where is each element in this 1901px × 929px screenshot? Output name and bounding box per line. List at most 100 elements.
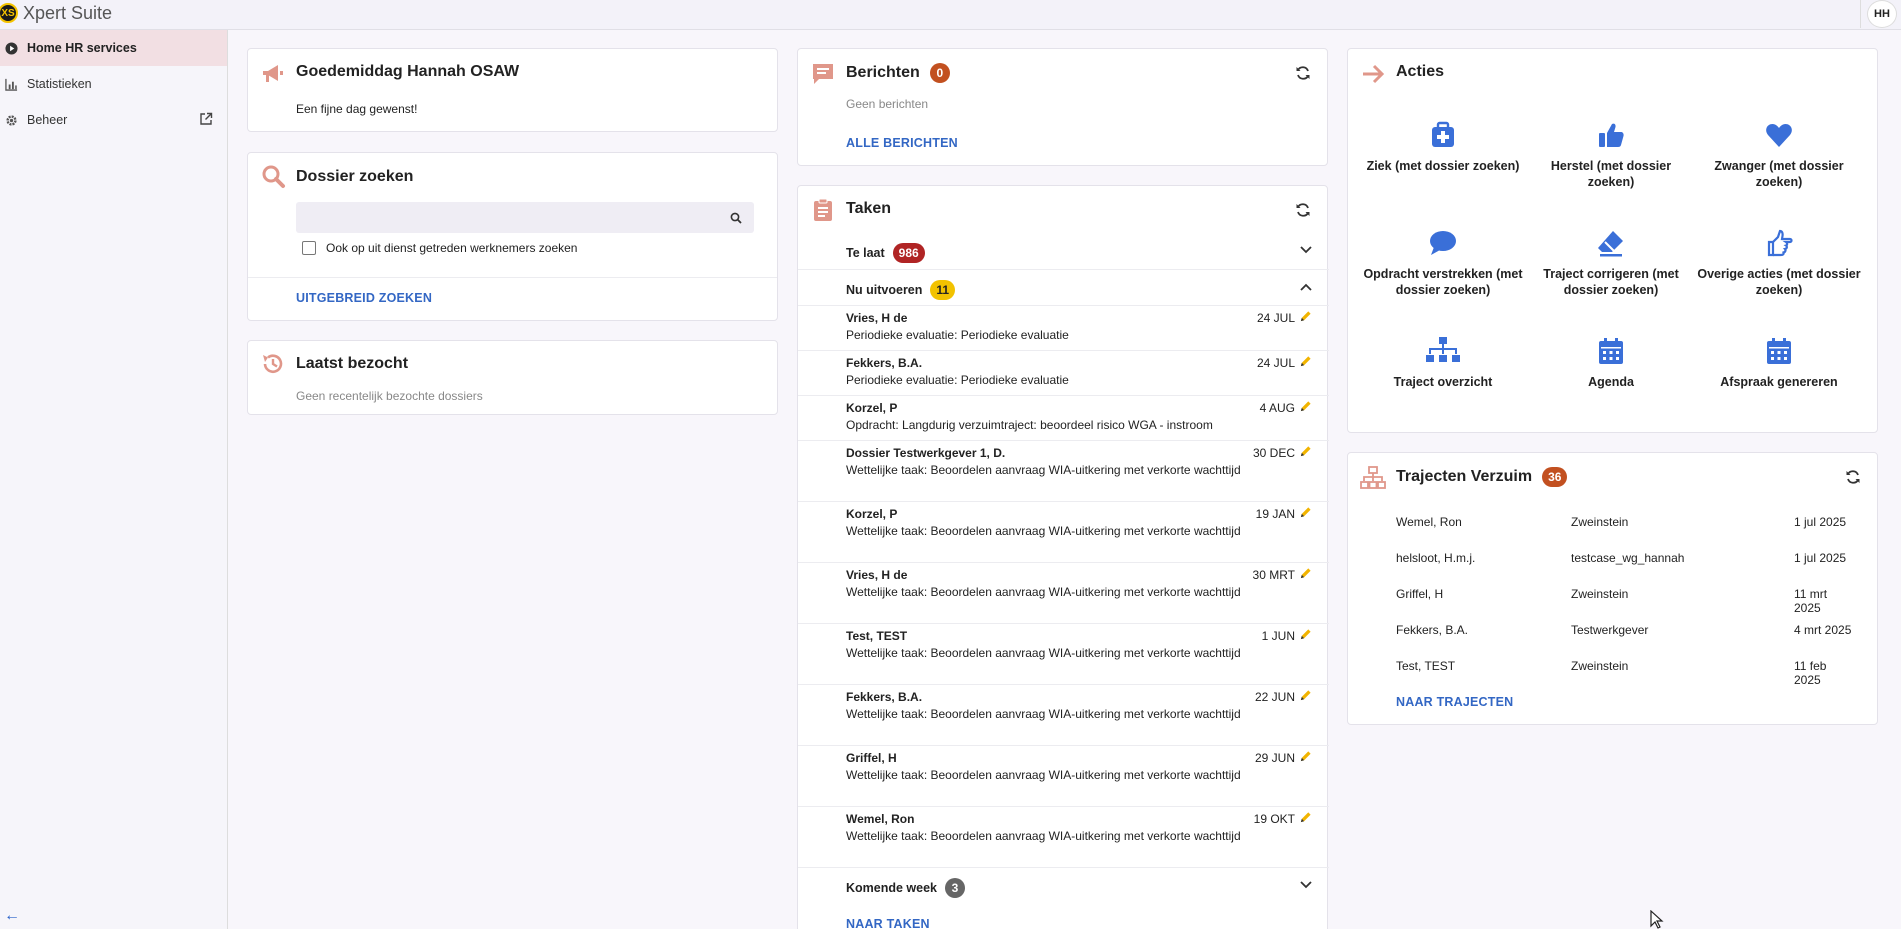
all-messages-link[interactable]: ALLE BERICHTEN	[846, 136, 958, 150]
task-person: Fekkers, B.A.	[846, 690, 923, 704]
to-tasks-link[interactable]: NAAR TAKEN	[846, 917, 930, 929]
to-trajects-link[interactable]: NAAR TRAJECTEN	[1396, 695, 1513, 709]
sidebar-item-home[interactable]: Home HR services	[0, 30, 227, 66]
action-label: Traject overzicht	[1393, 375, 1493, 389]
chevron-up-icon[interactable]	[1299, 282, 1313, 292]
traject-row[interactable]: Test, TEST Zweinstein 11 feb 2025	[1396, 659, 1856, 687]
pencil-icon[interactable]	[1299, 400, 1312, 413]
tasks-next-week-label: Komende week 3	[846, 878, 966, 898]
checkbox[interactable]	[302, 241, 316, 255]
actions-title: Acties	[1396, 63, 1445, 80]
action-assign[interactable]: Opdracht verstrekken (met dossier zoeken…	[1359, 228, 1527, 298]
traject-date: 1 jul 2025	[1794, 551, 1847, 565]
task-person: Vries, H de	[846, 311, 908, 325]
pencil-icon[interactable]	[1299, 628, 1312, 641]
task-description: Wettelijke taak: Beoordelen aanvraag WIA…	[846, 463, 1241, 477]
pencil-icon[interactable]	[1299, 811, 1312, 824]
traject-row[interactable]: helsloot, H.m.j. testcase_wg_hannah 1 jul …	[1396, 551, 1856, 569]
user-avatar[interactable]: HH	[1867, 0, 1897, 28]
tasks-late-section[interactable]: Te laat 986	[798, 233, 1329, 269]
traject-row[interactable]: Fekkers, B.A. Testwerkgever 4 mrt 2025	[1396, 623, 1856, 641]
task-row[interactable]: Korzel, P Opdracht: Langdurig verzuimtraj…	[798, 395, 1329, 440]
task-person: Korzel, P	[846, 507, 898, 521]
pencil-icon[interactable]	[1299, 506, 1312, 519]
greeting-card: Goedemiddag Hannah OSAW Een fijne dag ge…	[247, 48, 778, 132]
action-correct-traject[interactable]: Traject corrigeren (met dossier zoeken)	[1527, 228, 1695, 298]
pencil-icon[interactable]	[1299, 445, 1312, 458]
inactive-employees-checkbox-row[interactable]: Ook op uit dienst getreden werknemers zo…	[302, 241, 577, 255]
task-row[interactable]: Fekkers, B.A. Periodieke evaluatie: Perio…	[798, 350, 1329, 395]
action-label: Afspraak genereren	[1720, 375, 1838, 389]
app-logo[interactable]: XS Xpert Suite	[0, 1, 112, 25]
task-date: 1 JUN	[1261, 629, 1295, 643]
task-description: Wettelijke taak: Beoordelen aanvraag WIA…	[846, 646, 1241, 660]
action-generate-appointment[interactable]: Afspraak genereren	[1695, 336, 1863, 390]
chart-icon	[4, 77, 18, 91]
search-icon[interactable]	[730, 212, 742, 224]
task-row[interactable]: Korzel, P Wettelijke taak: Beoordelen aan…	[798, 501, 1329, 562]
action-agenda[interactable]: Agenda	[1527, 336, 1695, 390]
task-date: 24 JUL	[1256, 356, 1295, 370]
collapse-sidebar-icon[interactable]: ←	[4, 907, 20, 925]
task-person: Griffel, H	[846, 751, 897, 765]
logo-badge: XS	[0, 3, 18, 23]
pencil-icon[interactable]	[1299, 567, 1312, 580]
mouse-cursor-icon	[1650, 910, 1664, 929]
greeting-text: Een fijne dag gewenst!	[296, 102, 418, 116]
action-pregnant[interactable]: Zwanger (met dossier zoeken)	[1695, 120, 1863, 190]
action-other[interactable]: Overige acties (met dossier zoeken)	[1695, 228, 1863, 298]
task-row[interactable]: Griffel, H Wettelijke taak: Beoordelen aa…	[798, 745, 1329, 806]
chevron-down-icon[interactable]	[1299, 880, 1313, 890]
pencil-icon[interactable]	[1299, 750, 1312, 763]
play-circle-icon	[4, 41, 18, 55]
sidebar-item-statistieken[interactable]: Statistieken	[0, 66, 227, 102]
action-label: Overige acties (met dossier zoeken)	[1697, 267, 1861, 297]
traject-row[interactable]: Wemel, Ron Zweinstein 1 jul 2025	[1396, 515, 1856, 533]
search-field[interactable]	[296, 202, 716, 233]
refhresh-tasks-icon[interactable]	[1295, 202, 1311, 218]
messages-title-text: Berichten	[846, 64, 920, 81]
thumbs-up-icon	[1599, 123, 1624, 147]
search-icon	[262, 165, 285, 188]
eraser-icon	[1598, 231, 1623, 257]
pencil-icon[interactable]	[1299, 689, 1312, 702]
task-date: 24 JUL	[1256, 311, 1295, 325]
action-label: Zwanger (met dossier zoeken)	[1714, 159, 1844, 189]
messages-empty-text: Geen berichten	[846, 97, 929, 111]
hand-pointer-icon	[1767, 229, 1793, 257]
action-sick[interactable]: Ziek (met dossier zoeken)	[1359, 120, 1527, 174]
traject-employer: Zweinstein	[1571, 659, 1629, 673]
chevron-down-icon[interactable]	[1299, 245, 1313, 255]
task-row[interactable]: Wemel, Ron Wettelijke taak: Beoordelen aa…	[798, 806, 1329, 867]
traject-row[interactable]: Griffel, H Zweinstein 11 mrt 2025	[1396, 587, 1856, 615]
tasks-now-section[interactable]: Nu uitvoeren 11	[798, 269, 1329, 305]
task-row[interactable]: Vries, H de Wettelijke taak: Beoordelen a…	[798, 562, 1329, 623]
sidebar-item-beheer[interactable]: Beheer	[0, 102, 227, 138]
advanced-search-link[interactable]: UITGEBREID ZOEKEN	[296, 291, 432, 305]
section-label-text: Komende week	[846, 881, 938, 895]
task-row[interactable]: Fekkers, B.A. Wettelijke taak: Beoordelen…	[798, 684, 1329, 745]
task-person: Vries, H de	[846, 568, 908, 582]
pencil-icon[interactable]	[1299, 310, 1312, 323]
tasks-next-week-section[interactable]: Komende week 3	[798, 867, 1329, 903]
task-description: Wettelijke taak: Beoordelen aanvraag WIA…	[846, 524, 1241, 538]
task-row[interactable]: Test, TEST Wettelijke taak: Beoordelen aa…	[798, 623, 1329, 684]
calendar-icon	[1767, 338, 1791, 364]
task-person: Korzel, P	[846, 401, 898, 415]
refresh-icon[interactable]	[1845, 469, 1861, 485]
search-input[interactable]	[296, 202, 754, 233]
traject-employer: Zweinstein	[1571, 587, 1629, 601]
action-recovery[interactable]: Herstel (met dossier zoeken)	[1527, 120, 1695, 190]
actions-card: Acties Ziek (met dossier zoeken) Herstel…	[1347, 48, 1878, 433]
search-title: Dossier zoeken	[296, 168, 414, 185]
task-row[interactable]: Vries, H de Periodieke evaluatie: Periodi…	[798, 305, 1329, 350]
chat-bubble-icon	[1430, 231, 1456, 255]
action-traject-overview[interactable]: Traject overzicht	[1359, 336, 1527, 390]
section-label-text: Nu uitvoeren	[846, 283, 923, 297]
trajects-title: Trajecten Verzuim 36	[1396, 467, 1568, 487]
sidebar: Home HR services Statistieken Beheer ←	[0, 30, 228, 929]
refresh-icon[interactable]	[1295, 65, 1311, 81]
pencil-icon[interactable]	[1299, 355, 1312, 368]
external-link-icon[interactable]	[199, 112, 213, 129]
task-row[interactable]: Dossier Testwerkgever 1, D. Wettelijke ta…	[798, 440, 1329, 501]
